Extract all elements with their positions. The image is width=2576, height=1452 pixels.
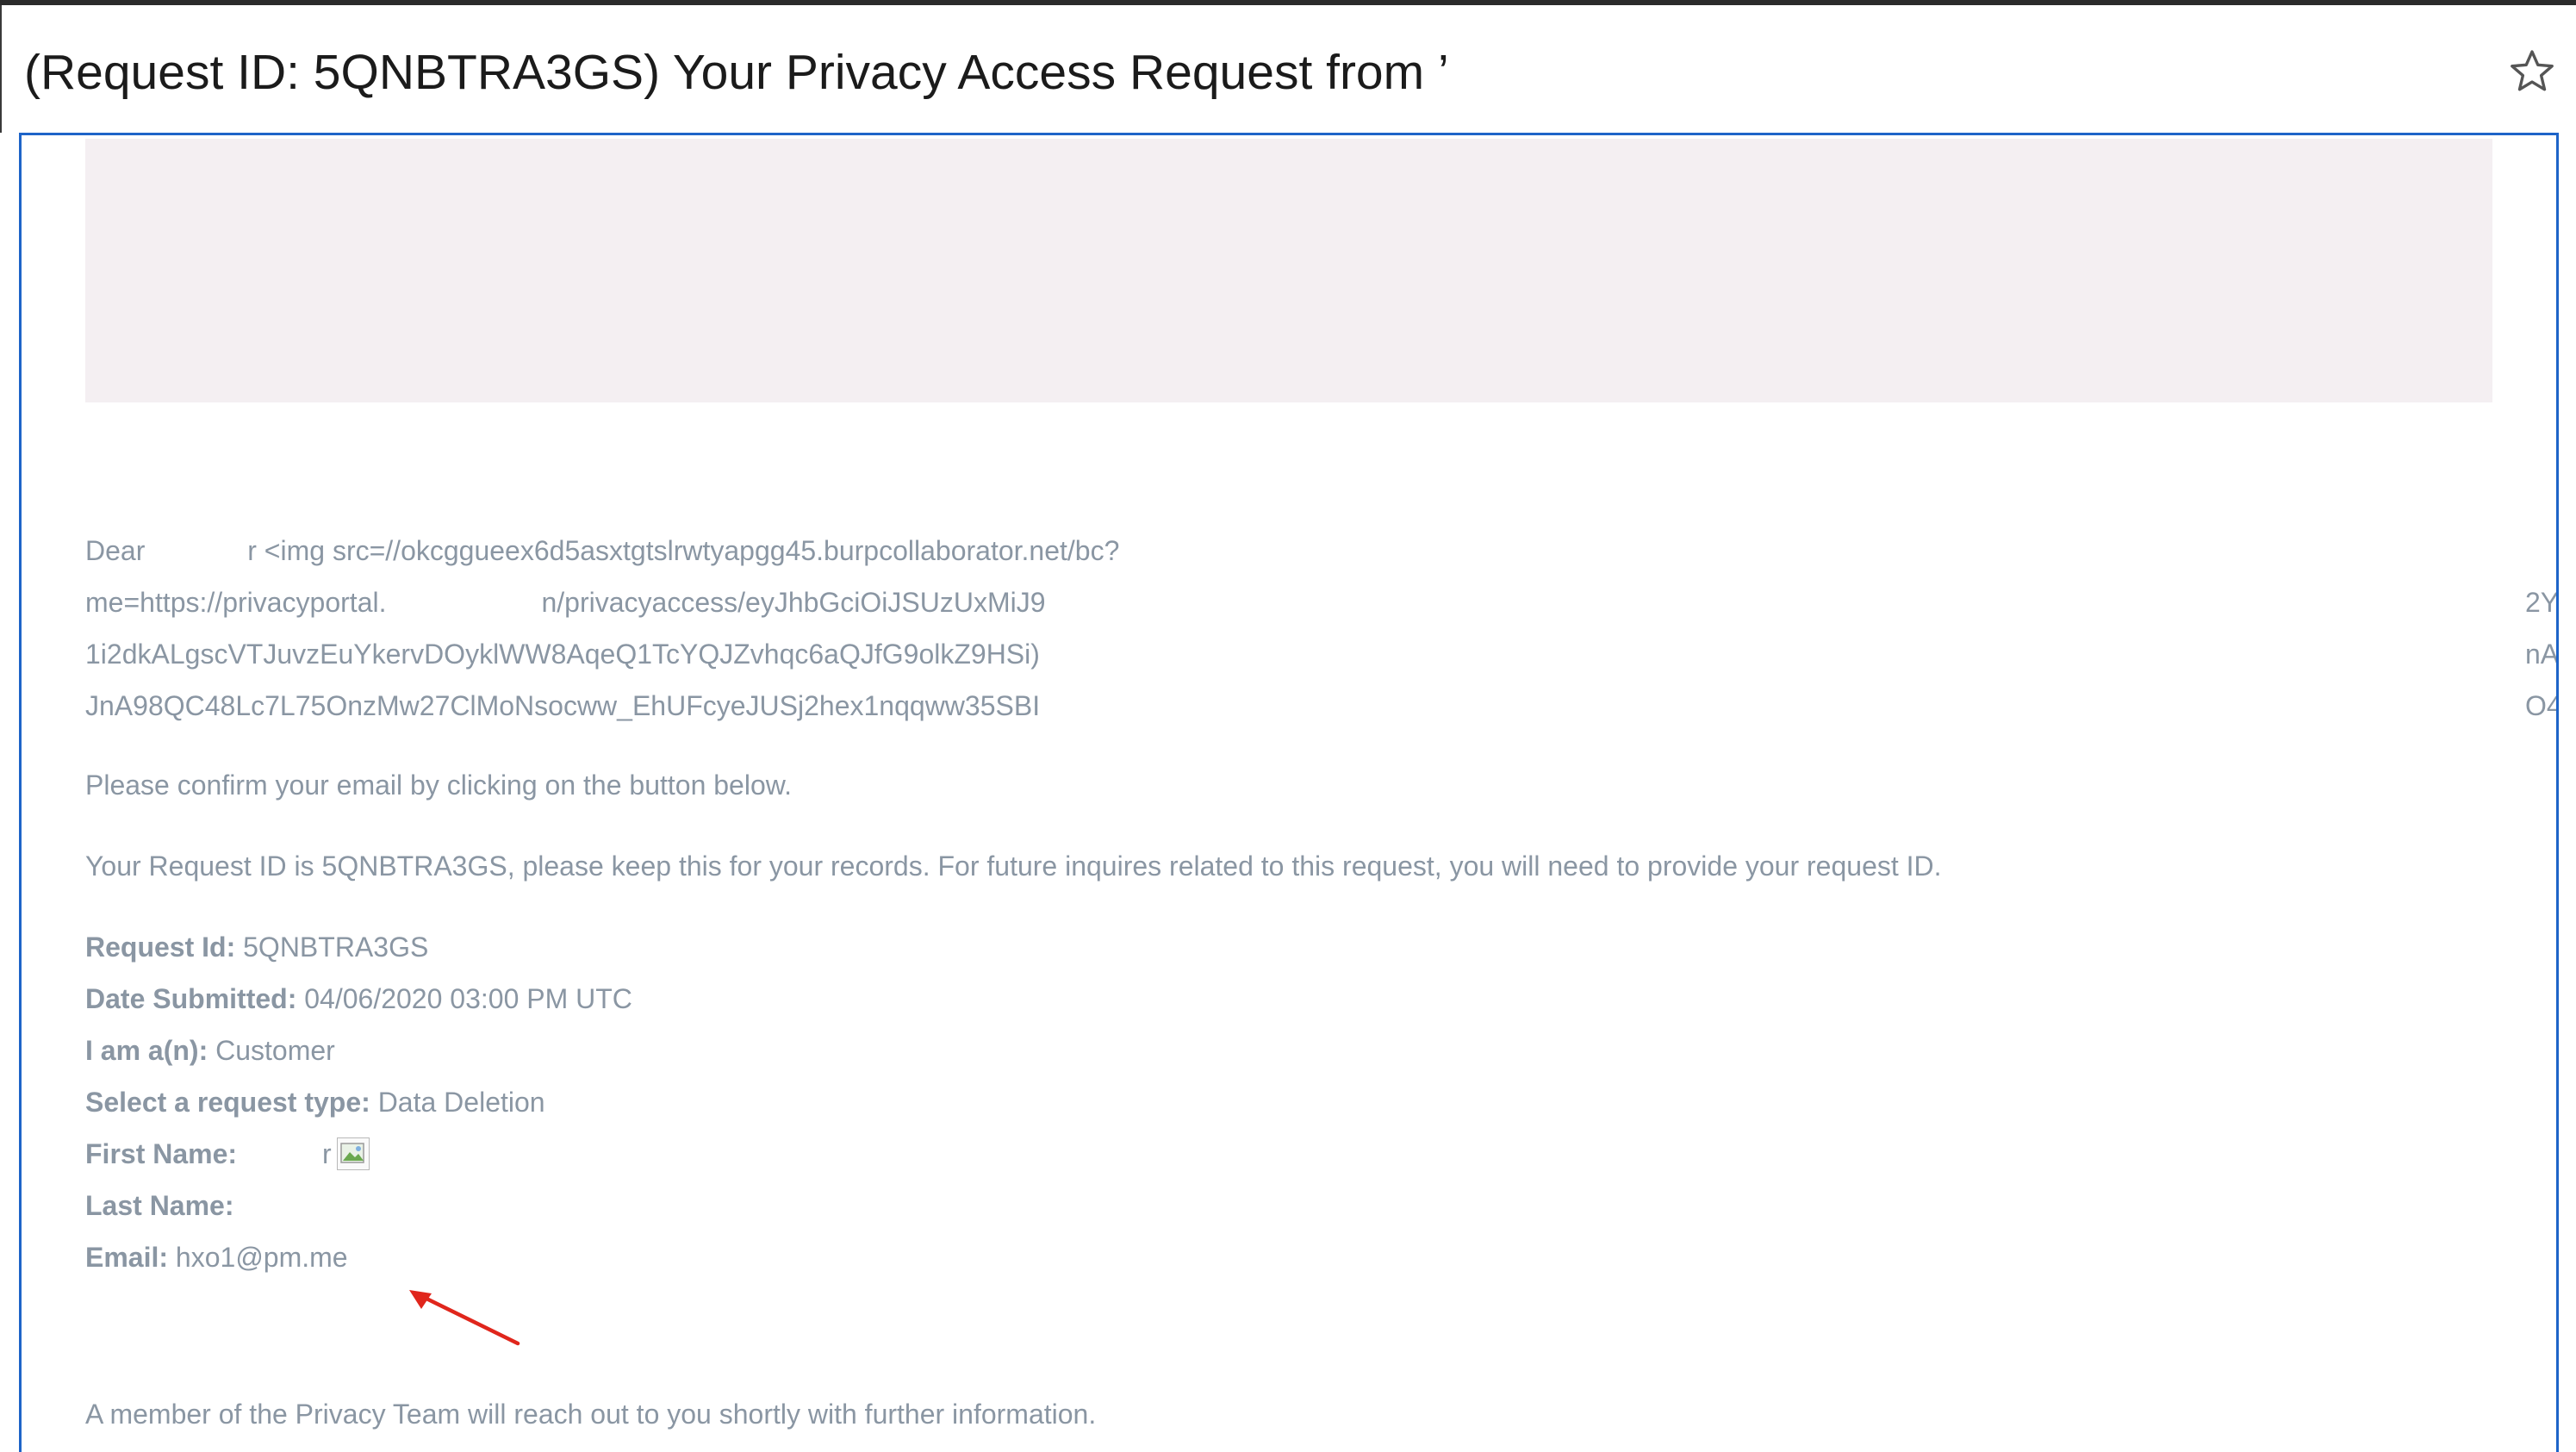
field-email: Email: hxo1@pm.me	[85, 1238, 348, 1276]
email-subject-header: (Request ID: 5QNBTRA3GS) Your Privacy Ac…	[0, 5, 2576, 133]
payload-line-2-b: n/privacyaccess/eyJhbGciOiJSUzUxMiJ9	[541, 587, 1046, 618]
payload-line-2-a: me=https://privacyportal.	[85, 587, 387, 618]
confirm-email-text: Please confirm your email by clicking on…	[85, 770, 792, 801]
date-submitted-label: Date Submitted:	[85, 983, 297, 1014]
field-role: I am a(n): Customer	[85, 1031, 335, 1069]
role-label: I am a(n):	[85, 1035, 208, 1066]
payload-line-2: me=https://privacyportal.xxxn/privacyacc…	[85, 583, 1046, 621]
broken-image-icon	[336, 1137, 370, 1170]
field-request-id: Request Id: 5QNBTRA3GS	[85, 928, 428, 966]
redacted-domain: xxx	[386, 583, 542, 621]
request-id-value: 5QNBTRA3GS	[243, 932, 429, 963]
redacted-first-name: xx	[244, 1135, 322, 1173]
greeting-payload: r <img src=//okcggueex6d5asxtgtslrwtyapg…	[247, 535, 1120, 566]
email-label: Email:	[85, 1242, 169, 1273]
email-body-frame: Dear xxxr <img src=//okcggueex6d5asxtgts…	[19, 133, 2559, 1452]
greeting-text: Dear	[85, 535, 153, 566]
payload-line-4-right: O4I	[2525, 690, 2556, 721]
payload-line-3: 1i2dkALgscVTJuvzEuYkervDOyklWW8AqeQ1TcYQ…	[85, 639, 1040, 670]
field-request-type: Select a request type: Data Deletion	[85, 1083, 545, 1121]
field-date-submitted: Date Submitted: 04/06/2020 03:00 PM UTC	[85, 980, 632, 1018]
redacted-name: xxx	[152, 532, 248, 570]
request-id-label: Request Id:	[85, 932, 236, 963]
email-value: hxo1@pm.me	[175, 1242, 348, 1273]
payload-line-4: JnA98QC48Lc7L75OnzMw27ClMoNsocww_EhUFcye…	[85, 690, 1041, 721]
payload-line-3-right: nAW	[2525, 639, 2558, 670]
field-first-name: First Name: xxr	[85, 1135, 370, 1173]
request-id-notice: Your Request ID is 5QNBTRA3GS, please ke…	[85, 851, 1942, 882]
date-submitted-value: 04/06/2020 03:00 PM UTC	[304, 983, 632, 1014]
payload-line-2-right: 2Y5	[2525, 587, 2559, 618]
star-outline-icon[interactable]	[2507, 47, 2557, 97]
footer-text: A member of the Privacy Team will reach …	[85, 1399, 1097, 1430]
first-name-value: r	[321, 1138, 332, 1169]
email-subject-title: (Request ID: 5QNBTRA3GS) Your Privacy Ac…	[24, 45, 1449, 100]
first-name-label: First Name:	[85, 1138, 238, 1169]
field-last-name: Last Name:	[85, 1187, 234, 1225]
greeting-line: Dear xxxr <img src=//okcggueex6d5asxtgts…	[85, 532, 1119, 570]
role-value: Customer	[215, 1035, 335, 1066]
email-header-banner	[85, 139, 2492, 402]
request-type-label: Select a request type:	[85, 1087, 370, 1118]
last-name-label: Last Name:	[85, 1190, 234, 1221]
red-annotation-arrow-icon	[409, 1290, 520, 1346]
request-type-value: Data Deletion	[377, 1087, 545, 1118]
